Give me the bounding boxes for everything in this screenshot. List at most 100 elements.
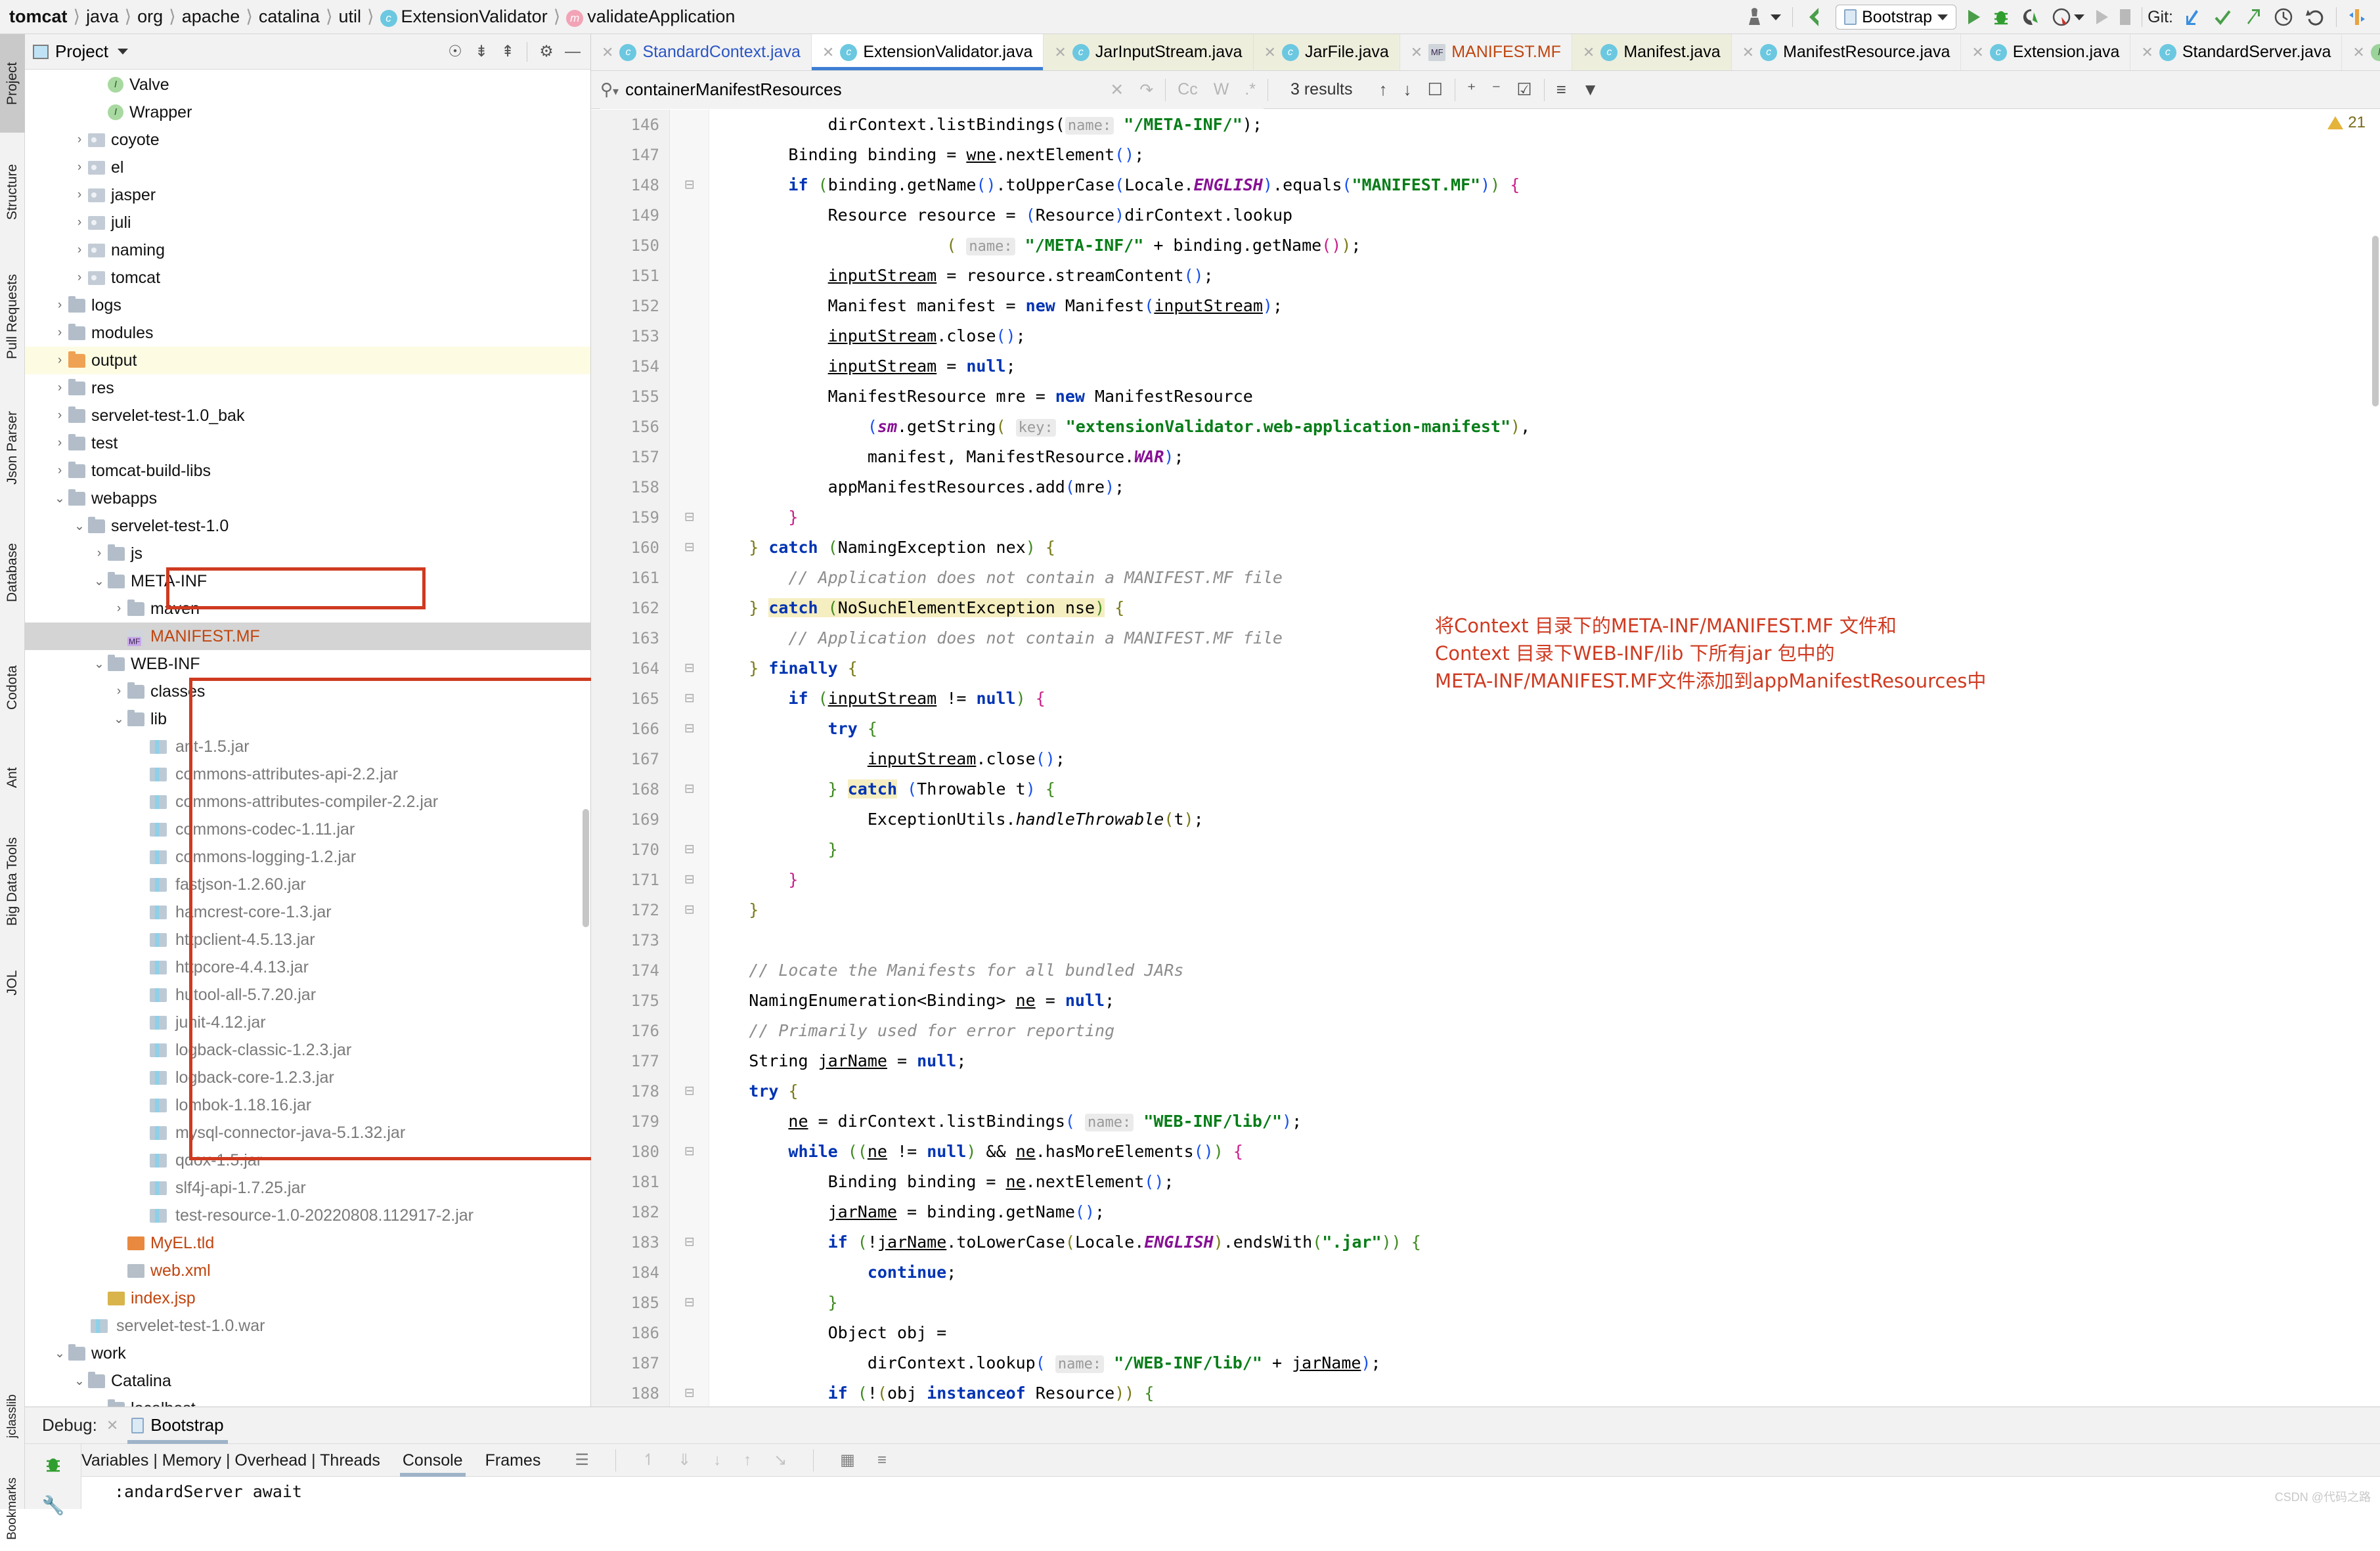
close-icon[interactable]: ✕ — [1264, 44, 1276, 61]
back-arrow-button[interactable] — [1798, 4, 1830, 30]
editor-tab[interactable]: ✕ c JarInputStream.java — [1044, 34, 1254, 70]
profile-button[interactable] — [2046, 4, 2090, 30]
editor-tab[interactable]: ✕ MF MANIFEST.MF — [1400, 34, 1572, 70]
tree-item[interactable]: › res — [25, 374, 590, 402]
chevron-right-icon[interactable]: › — [51, 464, 68, 478]
git-push-button[interactable] — [2237, 4, 2268, 30]
gear-icon[interactable]: ⚙ — [534, 39, 559, 64]
tree-item[interactable]: hutool-all-5.7.20.jar — [25, 981, 590, 1009]
step-over-icon[interactable]: ↿ — [642, 1451, 655, 1470]
sidebar-item-big-data-tools[interactable]: Big Data Tools — [0, 816, 25, 947]
regex-toggle[interactable]: .* — [1237, 80, 1264, 99]
wrench-icon[interactable]: 🔧 — [25, 1485, 81, 1525]
expand-all-icon[interactable]: ⇟ — [469, 39, 494, 64]
tab-frames[interactable]: Frames — [485, 1444, 541, 1477]
editor-tab[interactable]: ✕ c JarFile.java — [1253, 34, 1400, 70]
tree-item[interactable]: › naming — [25, 236, 590, 264]
force-step-into-icon[interactable]: ↓ — [713, 1451, 721, 1470]
sidebar-item-bookmarks[interactable]: Bookmarks — [0, 1466, 25, 1551]
close-icon[interactable]: ✕ — [1583, 44, 1595, 61]
chevron-down-icon[interactable] — [117, 49, 128, 55]
close-icon[interactable]: ✕ — [602, 44, 613, 61]
fold-toggle-icon[interactable]: ⊟ — [682, 533, 697, 563]
tree-item[interactable]: › coyote — [25, 126, 590, 154]
chevron-right-icon[interactable]: › — [51, 381, 68, 395]
tree-item[interactable]: ⌄ lib — [25, 705, 590, 733]
chevron-down-icon[interactable]: ⌄ — [51, 491, 68, 506]
close-icon[interactable]: ✕ — [1742, 44, 1754, 61]
tree-item[interactable]: ⌄ webapps — [25, 485, 590, 512]
tree-item[interactable]: fastjson-1.2.60.jar — [25, 871, 590, 898]
fold-toggle-icon[interactable]: ⊟ — [682, 835, 697, 865]
user-settings-button[interactable] — [1739, 4, 1787, 30]
tree-item[interactable]: › modules — [25, 319, 590, 347]
breadcrumb-item-class[interactable]: ExtensionValidator — [401, 7, 548, 27]
edit-line-icon[interactable]: ☑ — [1509, 79, 1539, 100]
tree-item[interactable]: MANIFEST.MF — [25, 623, 590, 650]
editor-tab[interactable]: ✕ c StandardContext.java — [591, 34, 812, 70]
whole-words-toggle[interactable]: W — [1206, 80, 1237, 99]
editor-tab[interactable]: ✕ c ExtensionValidator.java — [811, 34, 1044, 70]
close-icon[interactable]: ✕ — [1411, 44, 1422, 61]
tree-item[interactable]: hamcrest-core-1.3.jar — [25, 898, 590, 926]
drop-frame-icon[interactable]: ↘ — [774, 1451, 787, 1470]
chevron-down-icon[interactable]: ⌄ — [71, 1374, 88, 1389]
tree-item[interactable]: commons-codec-1.11.jar — [25, 816, 590, 843]
code-editor[interactable]: 146 147 148 149 150 151 152 153 154 155 156 157 158 1… — [591, 110, 2380, 1407]
chevron-right-icon[interactable]: › — [71, 188, 88, 202]
tree-item[interactable]: commons-attributes-compiler-2.2.jar — [25, 788, 590, 816]
fold-toggle-icon[interactable]: ⊟ — [682, 895, 697, 925]
close-icon[interactable]: ✕ — [2141, 44, 2153, 61]
fold-toggle-icon[interactable]: ⊟ — [682, 714, 697, 744]
breadcrumb-item-util[interactable]: util — [338, 7, 361, 27]
run-button[interactable] — [1962, 4, 1986, 30]
project-tree[interactable]: I Valve I Wrapper › coyote › el › jasper › juli › na… — [25, 70, 590, 1407]
chevron-right-icon[interactable]: › — [71, 243, 88, 257]
select-all-occurrences-icon[interactable]: ☐ — [1419, 79, 1450, 100]
tree-item[interactable]: commons-attributes-api-2.2.jar — [25, 760, 590, 788]
code-folding-column[interactable]: ⊟ ⊟ ⊟ ⊟ ⊟ ⊟ ⊟ ⊟ ⊟ ⊟ ⊟ ⊟ ⊟ ⊟ ⊟ — [670, 110, 709, 1407]
tree-item[interactable]: servelet-test-1.0.war — [25, 1312, 590, 1340]
step-out-icon[interactable]: ↑ — [743, 1451, 751, 1470]
chevron-right-icon[interactable]: › — [71, 160, 88, 175]
collapse-all-icon[interactable]: ⇞ — [495, 39, 520, 64]
tree-item[interactable]: ⌄ META-INF — [25, 567, 590, 595]
filter-icon[interactable]: ▼ — [1574, 79, 1607, 100]
tree-item[interactable]: ⌄ Catalina — [25, 1367, 590, 1395]
chevron-down-icon[interactable]: ⌄ — [91, 657, 108, 672]
tree-item[interactable]: › js — [25, 540, 590, 567]
tree-item[interactable]: ⌄ servelet-test-1.0 — [25, 512, 590, 540]
chevron-right-icon[interactable]: › — [110, 601, 127, 616]
git-rollback-button[interactable] — [2299, 4, 2331, 30]
tree-item[interactable]: › test — [25, 429, 590, 457]
tree-item[interactable]: index.jsp — [25, 1284, 590, 1312]
fold-toggle-icon[interactable]: ⊟ — [682, 1288, 697, 1318]
sidebar-item-project[interactable]: Project — [0, 34, 25, 133]
match-case-toggle[interactable]: Cc — [1170, 80, 1206, 99]
breadcrumb-item-tomcat[interactable]: tomcat — [9, 7, 68, 27]
breadcrumb-item-method[interactable]: validateApplication — [587, 7, 735, 27]
rerun-button[interactable] — [2090, 4, 2114, 30]
sidebar-item-database[interactable]: Database — [0, 513, 25, 632]
close-icon[interactable]: ✕ — [1054, 44, 1066, 61]
fold-toggle-icon[interactable]: ⊟ — [682, 865, 697, 895]
sidebar-item-pull-requests[interactable]: Pull Requests — [0, 251, 25, 382]
fold-toggle-icon[interactable]: ⊟ — [682, 684, 697, 714]
stop-button[interactable] — [2114, 4, 2136, 30]
layout-icon[interactable]: ☰ — [575, 1451, 589, 1470]
sidebar-item-json-parser[interactable]: Json Parser — [0, 389, 25, 507]
close-session-icon[interactable]: ✕ — [106, 1417, 118, 1434]
tree-item[interactable]: httpclient-4.5.13.jar — [25, 926, 590, 953]
tab-variables-memory-overhead-threads[interactable]: Variables | Memory | Overhead | Threads — [81, 1444, 380, 1477]
debug-console[interactable]: :andardServer await — [81, 1477, 2380, 1509]
scroll-from-source-icon[interactable]: ☉ — [443, 39, 468, 64]
tree-item[interactable]: MyEL.tld — [25, 1229, 590, 1257]
run-configuration-selector[interactable]: Bootstrap — [1830, 4, 1962, 30]
search-history-icon[interactable]: ↷ — [1132, 80, 1161, 100]
step-into-icon[interactable]: ⇓ — [678, 1451, 691, 1470]
tree-item[interactable]: › juli — [25, 209, 590, 236]
fold-toggle-icon[interactable]: ⊟ — [682, 1227, 697, 1257]
code-content[interactable]: dirContext.listBindings(name: "/META-INF… — [709, 110, 2380, 1407]
chevron-right-icon[interactable]: › — [51, 408, 68, 423]
tree-item[interactable]: ⌄ work — [25, 1340, 590, 1367]
